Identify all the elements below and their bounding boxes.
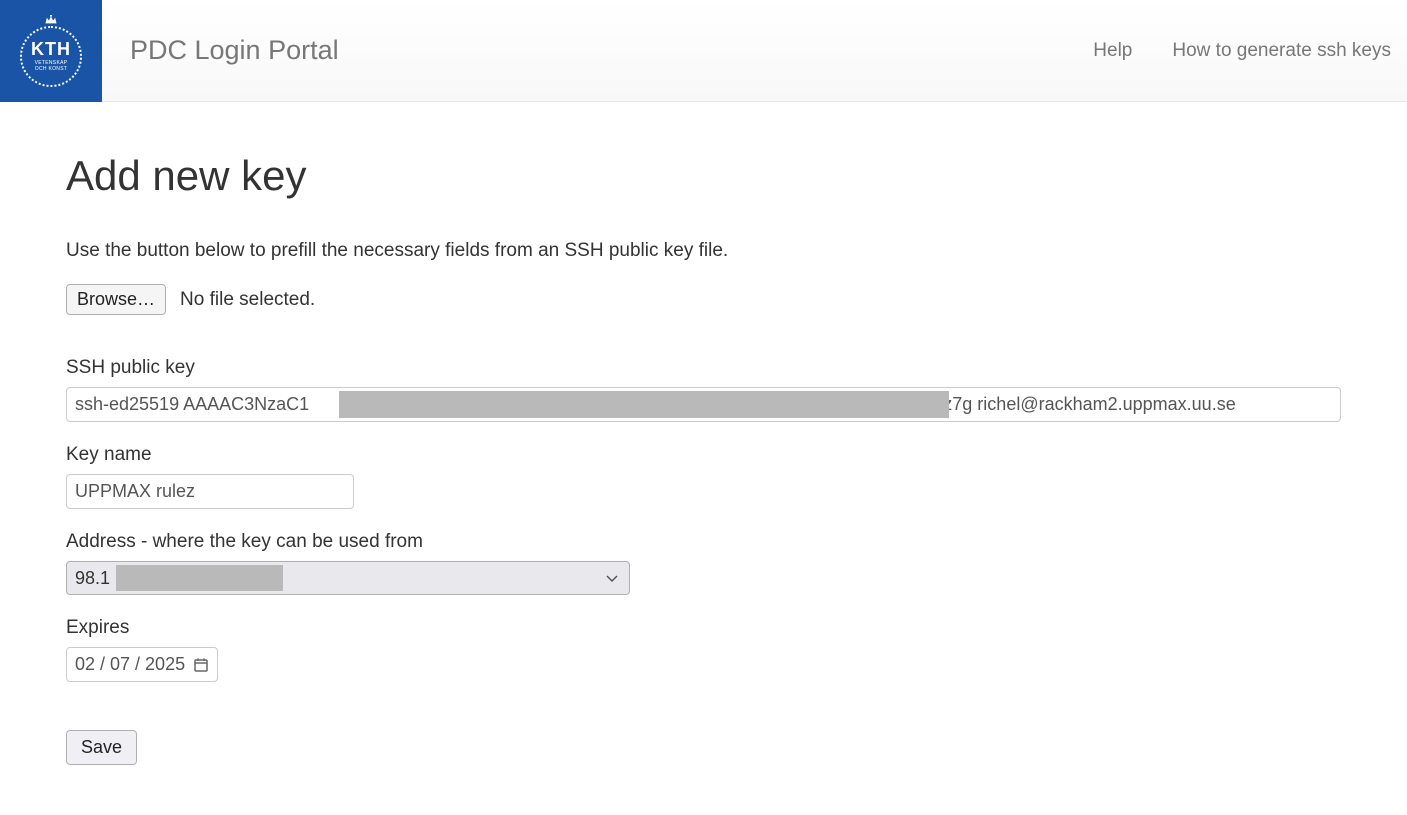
file-status-text: No file selected. — [180, 289, 315, 311]
ssh-key-label: SSH public key — [66, 357, 1341, 379]
kth-logo-sub: VETENSKAP OCH KONST — [35, 60, 68, 72]
expires-group: Expires 02 / 07 / 2025 — [66, 617, 1341, 682]
brand-title[interactable]: PDC Login Portal — [130, 35, 339, 66]
calendar-icon — [193, 657, 209, 673]
header-bar: KTH VETENSKAP OCH KONST PDC Login Portal… — [0, 0, 1407, 102]
address-select[interactable]: 98.1 — [66, 561, 630, 595]
address-label: Address - where the key can be used from — [66, 531, 1341, 553]
kth-logo-circle: KTH VETENSKAP OCH KONST — [20, 26, 82, 86]
page-title: Add new key — [66, 152, 1341, 200]
instruction-text: Use the button below to prefill the nece… — [66, 240, 1341, 262]
nav-help[interactable]: Help — [1093, 40, 1132, 62]
file-picker-row: Browse… No file selected. — [66, 284, 1341, 315]
kth-logo-text: KTH — [31, 40, 71, 58]
save-button[interactable]: Save — [66, 730, 137, 765]
ssh-key-group: SSH public key — [66, 357, 1341, 422]
kth-logo-inner: KTH VETENSKAP OCH KONST — [15, 15, 87, 87]
crown-icon — [44, 15, 58, 25]
expires-date-input[interactable]: 02 / 07 / 2025 — [66, 647, 218, 682]
address-group: Address - where the key can be used from… — [66, 531, 1341, 595]
main-content: Add new key Use the button below to pref… — [0, 102, 1407, 815]
key-name-label: Key name — [66, 444, 1341, 466]
nav-howto[interactable]: How to generate ssh keys — [1172, 40, 1391, 62]
ssh-key-input[interactable] — [66, 387, 1341, 422]
expires-label: Expires — [66, 617, 1341, 639]
expires-date-value: 02 / 07 / 2025 — [75, 654, 185, 675]
kth-logo[interactable]: KTH VETENSKAP OCH KONST — [0, 0, 102, 102]
key-name-input[interactable] — [66, 474, 354, 509]
browse-button[interactable]: Browse… — [66, 284, 166, 315]
key-name-group: Key name — [66, 444, 1341, 509]
